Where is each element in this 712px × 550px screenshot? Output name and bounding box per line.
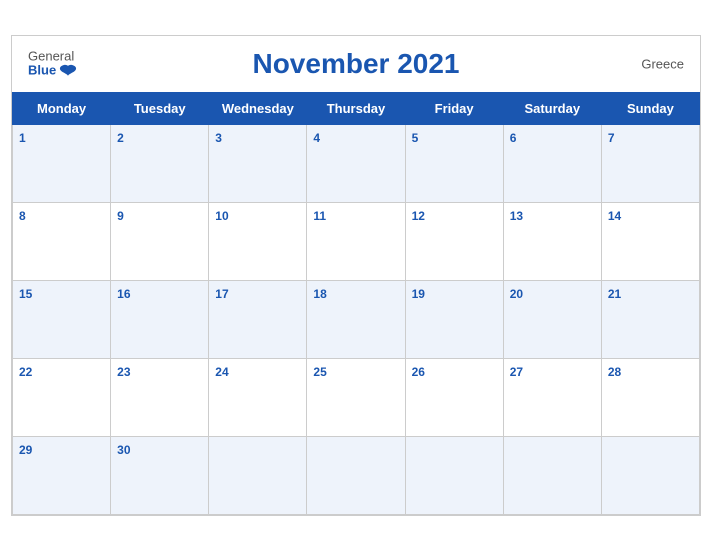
day-number: 29 [19, 443, 32, 457]
day-number: 7 [608, 131, 615, 145]
day-number: 19 [412, 287, 425, 301]
day-cell: 12 [405, 202, 503, 280]
day-cell [503, 436, 601, 514]
day-number: 5 [412, 131, 419, 145]
day-number: 24 [215, 365, 228, 379]
day-number: 22 [19, 365, 32, 379]
day-number: 3 [215, 131, 222, 145]
day-number: 27 [510, 365, 523, 379]
day-number: 18 [313, 287, 326, 301]
day-cell: 9 [111, 202, 209, 280]
day-number: 8 [19, 209, 26, 223]
day-cell: 10 [209, 202, 307, 280]
col-sunday: Sunday [601, 92, 699, 124]
day-cell [405, 436, 503, 514]
day-cell: 22 [13, 358, 111, 436]
day-number: 30 [117, 443, 130, 457]
col-monday: Monday [13, 92, 111, 124]
day-cell: 8 [13, 202, 111, 280]
day-number: 11 [313, 209, 326, 223]
day-cell: 19 [405, 280, 503, 358]
day-number: 26 [412, 365, 425, 379]
week-row-2: 8 9 10 11 12 13 14 [13, 202, 700, 280]
col-tuesday: Tuesday [111, 92, 209, 124]
logo-bird-icon [59, 64, 77, 78]
day-number: 21 [608, 287, 621, 301]
logo-blue: Blue [28, 64, 56, 78]
day-number: 13 [510, 209, 523, 223]
day-cell: 3 [209, 124, 307, 202]
weekday-header-row: Monday Tuesday Wednesday Thursday Friday… [13, 92, 700, 124]
calendar-wrapper: General Blue November 2021 Greece Monday… [11, 35, 701, 516]
day-cell: 1 [13, 124, 111, 202]
day-cell: 27 [503, 358, 601, 436]
day-number: 12 [412, 209, 425, 223]
logo-area: General Blue [28, 49, 77, 78]
day-cell: 6 [503, 124, 601, 202]
week-row-3: 15 16 17 18 19 20 21 [13, 280, 700, 358]
day-cell: 11 [307, 202, 405, 280]
day-number: 10 [215, 209, 228, 223]
day-cell: 2 [111, 124, 209, 202]
day-cell: 29 [13, 436, 111, 514]
day-number: 1 [19, 131, 26, 145]
day-number: 28 [608, 365, 621, 379]
day-number: 2 [117, 131, 124, 145]
col-thursday: Thursday [307, 92, 405, 124]
calendar-header: General Blue November 2021 Greece [12, 36, 700, 92]
day-number: 9 [117, 209, 124, 223]
week-row-5: 29 30 [13, 436, 700, 514]
calendar-title: November 2021 [252, 48, 459, 80]
day-cell [209, 436, 307, 514]
day-cell: 17 [209, 280, 307, 358]
day-cell: 5 [405, 124, 503, 202]
day-cell: 24 [209, 358, 307, 436]
day-number: 14 [608, 209, 621, 223]
week-row-1: 1 2 3 4 5 6 7 [13, 124, 700, 202]
day-cell: 4 [307, 124, 405, 202]
col-wednesday: Wednesday [209, 92, 307, 124]
day-cell: 15 [13, 280, 111, 358]
day-number: 17 [215, 287, 228, 301]
day-cell: 20 [503, 280, 601, 358]
week-row-4: 22 23 24 25 26 27 28 [13, 358, 700, 436]
logo-general: General [28, 49, 74, 63]
day-number: 4 [313, 131, 320, 145]
day-number: 16 [117, 287, 130, 301]
day-cell: 21 [601, 280, 699, 358]
day-cell: 26 [405, 358, 503, 436]
day-cell [307, 436, 405, 514]
day-cell: 28 [601, 358, 699, 436]
col-saturday: Saturday [503, 92, 601, 124]
day-number: 25 [313, 365, 326, 379]
day-cell: 13 [503, 202, 601, 280]
country-label: Greece [641, 56, 684, 71]
calendar-table: Monday Tuesday Wednesday Thursday Friday… [12, 92, 700, 515]
calendar-body: 1234567891011121314151617181920212223242… [13, 124, 700, 514]
day-number: 6 [510, 131, 517, 145]
day-cell: 14 [601, 202, 699, 280]
day-cell: 18 [307, 280, 405, 358]
day-number: 15 [19, 287, 32, 301]
day-cell: 16 [111, 280, 209, 358]
day-cell: 25 [307, 358, 405, 436]
day-cell [601, 436, 699, 514]
col-friday: Friday [405, 92, 503, 124]
day-cell: 30 [111, 436, 209, 514]
day-cell: 23 [111, 358, 209, 436]
day-number: 20 [510, 287, 523, 301]
day-cell: 7 [601, 124, 699, 202]
day-number: 23 [117, 365, 130, 379]
